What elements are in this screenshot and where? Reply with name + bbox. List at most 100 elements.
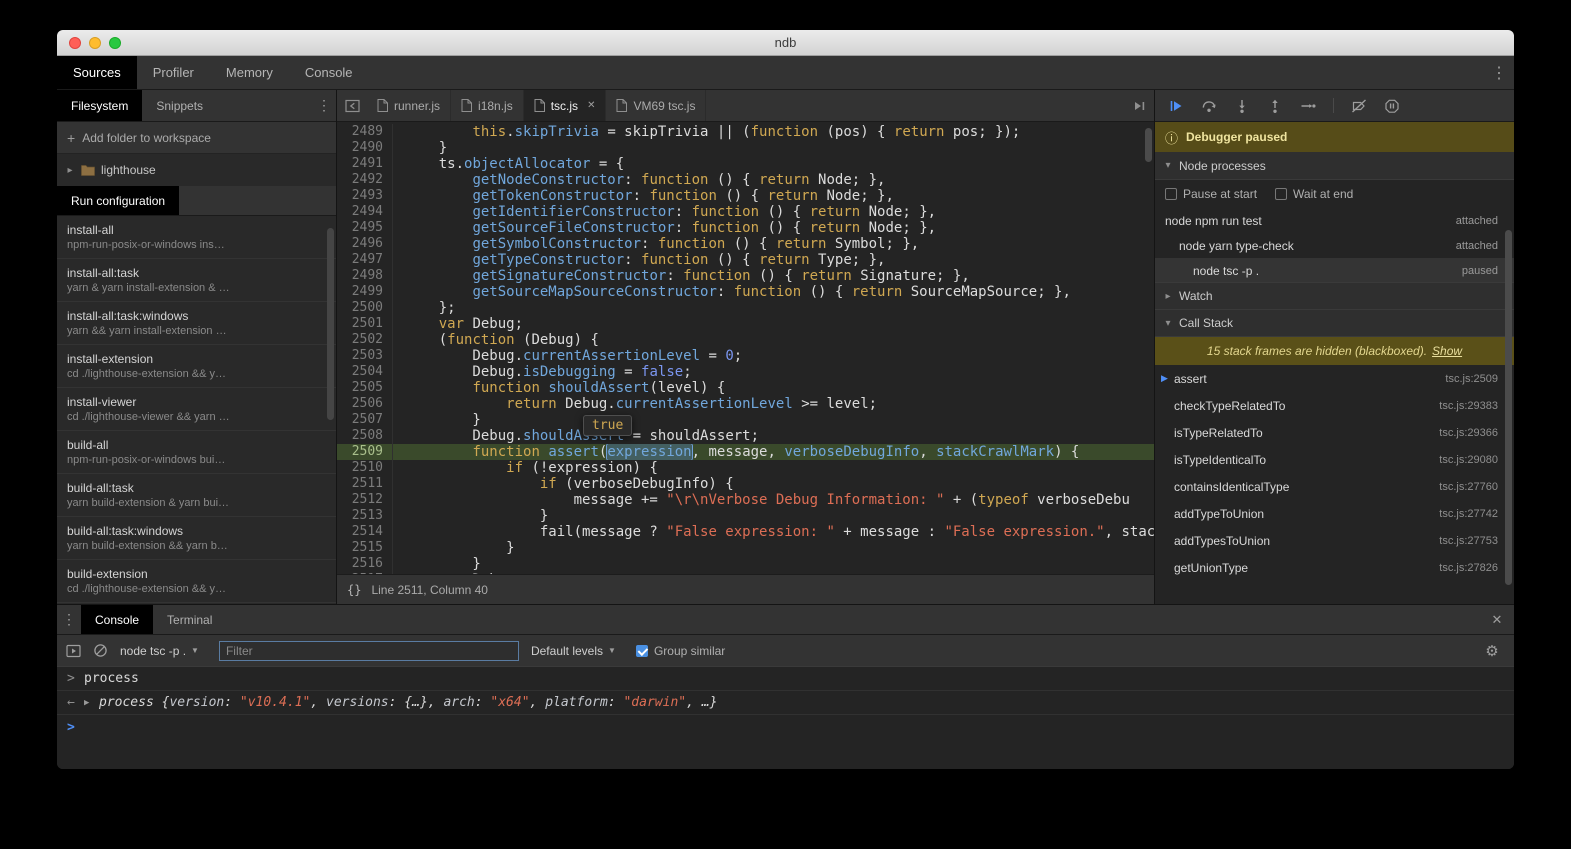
- deactivate-breakpoints-button[interactable]: [1351, 98, 1367, 114]
- execution-context-selector[interactable]: node tsc -p . ▼: [120, 644, 199, 658]
- code-line[interactable]: 2501 var Debug;: [337, 316, 1154, 332]
- line-number[interactable]: 2502: [337, 332, 393, 348]
- code-line[interactable]: 2490 }: [337, 140, 1154, 156]
- code-line[interactable]: 2516 }: [337, 556, 1154, 572]
- line-number[interactable]: 2511: [337, 476, 393, 492]
- checkbox-icon[interactable]: [636, 645, 648, 657]
- debugger-scrollbar[interactable]: [1505, 230, 1512, 585]
- call-stack-frame[interactable]: checkTypeRelatedTotsc.js:29383: [1155, 392, 1514, 419]
- sidebar-tab-filesystem[interactable]: Filesystem: [57, 90, 142, 121]
- call-stack-frame[interactable]: ▶asserttsc.js:2509: [1155, 365, 1514, 392]
- watch-section-header[interactable]: ▸ Watch: [1155, 282, 1514, 310]
- line-number[interactable]: 2515: [337, 540, 393, 556]
- main-menu-icon[interactable]: ⋮: [1484, 56, 1514, 89]
- line-number[interactable]: 2493: [337, 188, 393, 204]
- code-line[interactable]: 2513 }: [337, 508, 1154, 524]
- line-number[interactable]: 2516: [337, 556, 393, 572]
- code-line[interactable]: 2504 Debug.isDebugging = false;: [337, 364, 1154, 380]
- code-line[interactable]: 2515 }: [337, 540, 1154, 556]
- line-number[interactable]: 2505: [337, 380, 393, 396]
- line-number[interactable]: 2490: [337, 140, 393, 156]
- close-window-button[interactable]: [69, 37, 81, 49]
- code-line[interactable]: 2509 function assert(expression, message…: [337, 444, 1154, 460]
- top-nav-tab-sources[interactable]: Sources: [57, 56, 137, 89]
- call-stack-frame[interactable]: addTypeToUniontsc.js:27742: [1155, 500, 1514, 527]
- line-number[interactable]: 2501: [337, 316, 393, 332]
- line-number[interactable]: 2500: [337, 300, 393, 316]
- code-line[interactable]: 2491 ts.objectAllocator = {: [337, 156, 1154, 172]
- drawer-menu-icon[interactable]: ⋮: [57, 605, 81, 634]
- run-config-item[interactable]: build-allnpm-run-posix-or-windows bui…: [57, 431, 336, 474]
- sidebar-tab-snippets[interactable]: Snippets: [142, 90, 217, 121]
- step-button[interactable]: [1300, 98, 1316, 114]
- pause-on-exceptions-button[interactable]: [1384, 98, 1400, 114]
- run-config-item[interactable]: install-all:taskyarn & yarn install-exte…: [57, 259, 336, 302]
- line-number[interactable]: 2507: [337, 412, 393, 428]
- checkbox-icon[interactable]: [1165, 188, 1177, 200]
- run-config-item[interactable]: build-all:taskyarn build-extension & yar…: [57, 474, 336, 517]
- code-line[interactable]: 2497 getTypeConstructor: function () { r…: [337, 252, 1154, 268]
- console-settings-icon[interactable]: ⚙: [1479, 642, 1505, 660]
- process-checkbox[interactable]: Pause at start: [1165, 187, 1257, 201]
- node-process-row[interactable]: node yarn type-checkattached: [1155, 233, 1514, 258]
- code-line[interactable]: 2496 getSymbolConstructor: function () {…: [337, 236, 1154, 252]
- filter-input[interactable]: [219, 641, 519, 661]
- line-number[interactable]: 2514: [337, 524, 393, 540]
- line-number[interactable]: 2512: [337, 492, 393, 508]
- minimize-window-button[interactable]: [89, 37, 101, 49]
- line-number[interactable]: 2499: [337, 284, 393, 300]
- line-number[interactable]: 2496: [337, 236, 393, 252]
- line-number[interactable]: 2491: [337, 156, 393, 172]
- editor-tab[interactable]: i18n.js: [451, 90, 524, 121]
- sidebar-menu-icon[interactable]: ⋮: [312, 90, 336, 121]
- node-process-row[interactable]: node tsc -p .paused: [1155, 258, 1514, 283]
- run-config-item[interactable]: build-extensioncd ./lighthouse-extension…: [57, 560, 336, 603]
- process-checkbox[interactable]: Wait at end: [1275, 187, 1353, 201]
- top-nav-tab-profiler[interactable]: Profiler: [137, 56, 210, 89]
- code-line[interactable]: 2499 getSourceMapSourceConstructor: func…: [337, 284, 1154, 300]
- step-over-button[interactable]: [1201, 98, 1217, 114]
- run-configuration-tab[interactable]: Run configuration: [57, 186, 179, 215]
- top-nav-tab-memory[interactable]: Memory: [210, 56, 289, 89]
- line-number[interactable]: 2506: [337, 396, 393, 412]
- line-number[interactable]: 2504: [337, 364, 393, 380]
- run-config-item[interactable]: install-extensioncd ./lighthouse-extensi…: [57, 345, 336, 388]
- run-config-item[interactable]: install-all:task:windowsyarn && yarn ins…: [57, 302, 336, 345]
- line-number[interactable]: 2494: [337, 204, 393, 220]
- code-line[interactable]: 2505 function shouldAssert(level) {: [337, 380, 1154, 396]
- line-number[interactable]: 2489: [337, 124, 393, 140]
- editor-scrollbar[interactable]: [1145, 128, 1152, 162]
- group-similar-checkbox[interactable]: Group similar: [636, 644, 725, 658]
- call-stack-frame[interactable]: isTypeRelatedTotsc.js:29366: [1155, 419, 1514, 446]
- code-line[interactable]: 2511 if (verboseDebugInfo) {: [337, 476, 1154, 492]
- workspace-folder-item[interactable]: ▸ lighthouse: [57, 154, 336, 186]
- add-folder-button[interactable]: + Add folder to workspace: [57, 122, 336, 154]
- line-number[interactable]: 2517: [337, 572, 393, 574]
- line-number[interactable]: 2503: [337, 348, 393, 364]
- code-line[interactable]: 2489 this.skipTrivia = skipTrivia || (fu…: [337, 124, 1154, 140]
- call-stack-frame[interactable]: addTypesToUniontsc.js:27753: [1155, 527, 1514, 554]
- console-tab-terminal[interactable]: Terminal: [153, 605, 226, 634]
- show-blackboxed-link[interactable]: Show: [1432, 344, 1462, 358]
- code-line[interactable]: 2506 return Debug.currentAssertionLevel …: [337, 396, 1154, 412]
- close-drawer-icon[interactable]: ✕: [1480, 605, 1514, 634]
- clear-console-icon[interactable]: [93, 643, 108, 658]
- sidebar-scrollbar[interactable]: [327, 228, 334, 420]
- editor-tab[interactable]: tsc.js✕: [524, 90, 607, 121]
- run-config-item[interactable]: install-allnpm-run-posix-or-windows ins…: [57, 216, 336, 259]
- line-number[interactable]: 2509: [337, 444, 393, 460]
- call-stack-section-header[interactable]: ▾ Call Stack: [1155, 309, 1514, 337]
- console-tab-console[interactable]: Console: [81, 605, 153, 634]
- show-console-sidebar-icon[interactable]: [66, 644, 81, 658]
- code-line[interactable]: 2498 getSignatureConstructor: function (…: [337, 268, 1154, 284]
- expand-triangle-icon[interactable]: ▶: [84, 698, 99, 708]
- resume-button[interactable]: [1168, 98, 1184, 114]
- toggle-navigator-icon[interactable]: [337, 90, 367, 121]
- checkbox-icon[interactable]: [1275, 188, 1287, 200]
- console-message[interactable]: >: [57, 715, 1514, 739]
- code-line[interactable]: 2517 Debug.assert = assert;: [337, 572, 1154, 574]
- close-tab-icon[interactable]: ✕: [587, 100, 595, 111]
- line-number[interactable]: 2508: [337, 428, 393, 444]
- editor-tab[interactable]: runner.js: [367, 90, 451, 121]
- code-line[interactable]: 2507 }: [337, 412, 1154, 428]
